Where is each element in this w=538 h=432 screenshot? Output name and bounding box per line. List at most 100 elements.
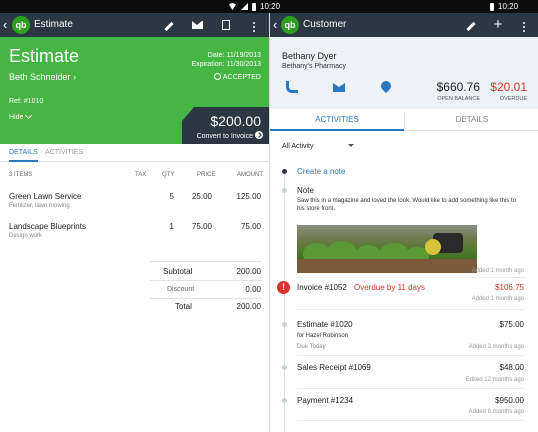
invoice-amount: $106.75 xyxy=(495,283,524,292)
divider xyxy=(297,277,525,278)
estimate-due: Due Today xyxy=(297,344,326,350)
sales-receipt-amount: $48.00 xyxy=(499,363,524,372)
estimate-header: Estimate Date: 11/19/2013 Expiration: 11… xyxy=(0,37,269,144)
chevron-right-icon: › xyxy=(73,72,77,82)
customer-tabs: ACTIVITIES DETAILS xyxy=(270,109,538,131)
divider xyxy=(297,309,525,310)
divider xyxy=(297,355,525,356)
item-amount: 125.00 xyxy=(236,192,261,201)
discount-value: 0.00 xyxy=(245,285,261,294)
status-time-left: 10:20 xyxy=(260,2,281,11)
activity-filter-dropdown[interactable]: All Activity xyxy=(282,143,354,150)
photo-garden-bed xyxy=(297,259,477,273)
timeline-dot xyxy=(282,169,287,174)
hide-toggle[interactable]: Hide xyxy=(9,111,33,121)
overflow-menu-icon[interactable] xyxy=(516,17,532,33)
overdue-label: OVERDUE xyxy=(499,96,527,102)
photo-wheel xyxy=(425,239,441,255)
estimate-total-amount: $200.00 xyxy=(210,113,261,129)
divider xyxy=(150,280,262,281)
tab-details[interactable]: DETAILS xyxy=(9,144,38,162)
estimate-date: Date: 11/19/2013 xyxy=(207,52,261,59)
tax-header: TAX xyxy=(135,172,147,178)
status-time-right: 10:20 xyxy=(498,2,519,11)
document-icon[interactable] xyxy=(218,17,234,33)
discount-label: Discount xyxy=(167,286,195,293)
customer-header: Bethany Dyer Bethany's Pharmacy $660.76 … xyxy=(270,37,538,109)
phone-icon[interactable] xyxy=(286,81,298,93)
status-text: ACCEPTED xyxy=(222,74,261,81)
items-count-header: 3 ITEMS xyxy=(9,172,33,178)
tab-activities[interactable]: ACTIVITIES xyxy=(270,109,404,131)
hide-label: Hide xyxy=(9,114,24,121)
note-photo[interactable] xyxy=(297,225,477,273)
back-arrow-icon[interactable]: ‹ xyxy=(273,16,277,34)
estimate-ref: Ref: #1010 xyxy=(9,98,44,105)
divider xyxy=(297,388,525,389)
sales-receipt-meta: Edited 12 months ago xyxy=(465,377,524,383)
total-label: Total xyxy=(175,302,192,311)
activity-filter-value: All Activity xyxy=(282,143,314,150)
wifi-icon xyxy=(228,3,237,10)
status-bar-right: 10:20 xyxy=(490,0,518,13)
status-bar-left: 10:20 xyxy=(228,0,280,13)
battery-icon xyxy=(252,2,256,11)
timeline-dot xyxy=(282,398,287,403)
signal-icon xyxy=(241,3,248,10)
note-body: Saw this in a magazine and loved the loo… xyxy=(297,198,517,212)
subtotal-label: Subtotal xyxy=(163,267,193,276)
convert-to-invoice-button[interactable]: Convert to Invoice xyxy=(197,131,263,140)
status-badge: ACCEPTED xyxy=(213,73,261,81)
item-name: Landscape Blueprints xyxy=(9,222,86,231)
status-bar: 10:20 10:20 xyxy=(0,0,538,13)
note-title: Note xyxy=(297,186,314,195)
item-amount: 75.00 xyxy=(240,222,261,231)
item-price: 75.00 xyxy=(191,222,212,231)
note-meta: Added 1 month ago xyxy=(471,268,524,274)
alert-icon: ! xyxy=(277,281,290,294)
estimate-total-panel: $200.00 Convert to Invoice xyxy=(182,107,269,144)
plus-icon[interactable]: + xyxy=(490,17,506,33)
back-arrow-icon[interactable]: ‹ xyxy=(3,16,7,34)
estimate-customer-link[interactable]: Beth Schneider › xyxy=(9,72,76,82)
estimate-title: Estimate #1020 xyxy=(297,320,353,329)
invoice-overdue-status: Overdue by 11 days xyxy=(354,283,426,292)
estimate-amount: $75.00 xyxy=(499,320,524,329)
battery-icon-right xyxy=(490,2,494,11)
mail-icon[interactable] xyxy=(189,17,205,33)
estimate-dates: Date: 11/19/2013 Expiration: 11/30/2013 xyxy=(191,51,261,69)
dropdown-caret-icon xyxy=(347,144,354,147)
location-pin-icon[interactable] xyxy=(378,78,394,94)
convert-label: Convert to Invoice xyxy=(196,133,253,140)
timeline-dot xyxy=(282,188,287,193)
qty-header: QTY xyxy=(162,172,175,178)
estimate-for: for Hazel Robinson xyxy=(297,333,349,339)
divider xyxy=(150,298,262,299)
customer-name: Bethany Dyer xyxy=(282,51,337,61)
app-bar-title: Estimate xyxy=(34,19,73,30)
qb-logo-icon[interactable]: qb xyxy=(281,16,299,34)
estimate-screen: ‹ qb Estimate Estimate Date: 11/19/2013 … xyxy=(0,13,269,432)
open-balance-amount: $660.76 xyxy=(436,80,480,94)
estimate-expiration: Expiration: 11/30/2013 xyxy=(191,61,261,68)
item-qty: 5 xyxy=(169,192,174,201)
customer-company: Bethany's Pharmacy xyxy=(282,63,346,70)
app-bar-title: Customer xyxy=(303,19,347,30)
tab-details[interactable]: DETAILS xyxy=(405,109,538,131)
payment-amount: $950.00 xyxy=(495,396,524,405)
create-note-link[interactable]: Create a note xyxy=(297,167,345,176)
qb-logo-icon[interactable]: qb xyxy=(12,16,30,34)
amount-header: AMOUNT xyxy=(237,172,263,178)
timeline-line xyxy=(284,171,285,432)
pencil-icon[interactable] xyxy=(463,17,479,33)
timeline-dot xyxy=(282,365,287,370)
invoice-meta: Added 1 month ago xyxy=(471,296,524,302)
mail-icon[interactable] xyxy=(333,83,345,92)
estimate-customer-name: Beth Schneider xyxy=(9,72,71,82)
tab-activities[interactable]: ACTIVITIES xyxy=(45,144,83,162)
overdue-amount: $20.01 xyxy=(490,80,527,94)
pencil-icon[interactable] xyxy=(161,17,177,33)
overflow-menu-icon[interactable] xyxy=(246,17,262,33)
customer-screen: ‹ qb Customer + Bethany Dyer Bethany's P… xyxy=(269,13,538,432)
divider xyxy=(297,420,525,421)
